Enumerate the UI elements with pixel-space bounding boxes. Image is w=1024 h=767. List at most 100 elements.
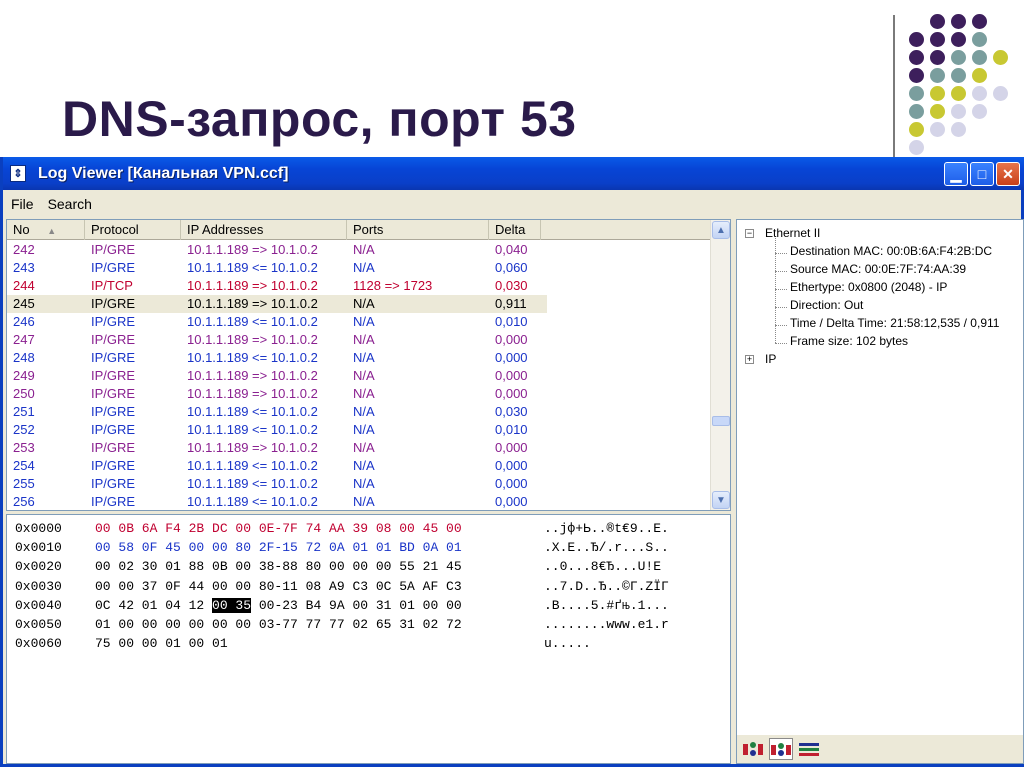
tree-node-field[interactable]: Time / Delta Time: 21:58:12,535 / 0,911 <box>790 316 999 330</box>
expand-icon[interactable]: + <box>745 355 754 364</box>
app-arrows-icon[interactable]: ⇕ <box>10 165 26 182</box>
hex-bytes-segment: 00 58 0F 45 00 00 80 2F-15 72 0A 01 01 B… <box>95 540 462 556</box>
cell-protocol: IP/GRE <box>91 242 136 257</box>
maximize-button[interactable]: □ <box>970 162 994 186</box>
scroll-thumb[interactable] <box>712 416 730 426</box>
tree-node-field[interactable]: Ethertype: 0x0800 (2048) - IP <box>790 280 947 294</box>
hex-dump-pane[interactable]: 0x0000 00 0B 6A F4 2B DC 00 0E-7F 74 AA 3… <box>6 514 731 764</box>
tree-connector <box>775 307 787 308</box>
column-header-no[interactable]: No ▲ <box>7 220 85 240</box>
packet-list-pane: No ▲ Protocol IP Addresses Ports Delta 2… <box>6 219 731 511</box>
table-row[interactable]: 253 IP/GRE 10.1.1.189 => 10.1.0.2 N/A 0,000 <box>7 439 547 457</box>
log-viewer-window: ⇕ Log Viewer [Канальная VPN.ccf] ▁ □ ✕ F… <box>0 157 1024 767</box>
cell-protocol: IP/GRE <box>91 350 136 365</box>
column-header-ports[interactable]: Ports <box>347 220 489 240</box>
tree-connector <box>775 325 787 326</box>
window-titlebar[interactable]: ⇕ Log Viewer [Канальная VPN.ccf] ▁ □ ✕ <box>3 157 1024 190</box>
scroll-up-button[interactable]: ▲ <box>712 221 730 239</box>
column-header-protocol[interactable]: Protocol <box>85 220 181 240</box>
cell-ip: 10.1.1.189 => 10.1.0.2 <box>187 332 318 347</box>
table-row[interactable]: 245 IP/GRE 10.1.1.189 => 10.1.0.2 N/A 0,911 <box>7 295 547 313</box>
table-row[interactable]: 249 IP/GRE 10.1.1.189 => 10.1.0.2 N/A 0,000 <box>7 367 547 385</box>
hex-bytes: 00 02 30 01 88 0B 00 38-88 80 00 00 00 5… <box>95 559 544 578</box>
cell-no: 253 <box>13 440 35 455</box>
hex-row[interactable]: 0x0030 00 00 37 0F 44 00 00 80-11 08 A9 C… <box>15 579 669 598</box>
cell-delta: 0,010 <box>495 422 528 437</box>
cell-protocol: IP/GRE <box>91 296 136 311</box>
menu-file[interactable]: File <box>3 196 40 212</box>
decor-dot <box>951 50 966 65</box>
column-header-ip-addresses[interactable]: IP Addresses <box>181 220 347 240</box>
table-row[interactable]: 251 IP/GRE 10.1.1.189 <= 10.1.0.2 N/A 0,030 <box>7 403 547 421</box>
packet-list-scrollbar[interactable]: ▲ ▼ <box>710 220 730 510</box>
hex-row[interactable]: 0x0000 00 0B 6A F4 2B DC 00 0E-7F 74 AA 3… <box>15 521 669 540</box>
view-list-button[interactable] <box>797 738 821 760</box>
tree-node-group[interactable]: Ethernet II <box>765 226 820 240</box>
tree-node-field[interactable]: Destination MAC: 00:0B:6A:F4:2B:DC <box>790 244 992 258</box>
cell-no: 248 <box>13 350 35 365</box>
decor-dot <box>909 32 924 47</box>
cell-ip: 10.1.1.189 => 10.1.0.2 <box>187 242 318 257</box>
cell-protocol: IP/GRE <box>91 260 136 275</box>
collapse-icon[interactable]: − <box>745 229 754 238</box>
hex-bytes-segment: 00-23 B4 9A 00 31 01 00 00 <box>251 597 462 613</box>
table-row[interactable]: 256 IP/GRE 10.1.1.189 <= 10.1.0.2 N/A 0,000 <box>7 493 547 509</box>
cell-no: 247 <box>13 332 35 347</box>
table-row[interactable]: 243 IP/GRE 10.1.1.189 <= 10.1.0.2 N/A 0,060 <box>7 259 547 277</box>
table-row[interactable]: 242 IP/GRE 10.1.1.189 => 10.1.0.2 N/A 0,040 <box>7 241 547 259</box>
decor-dot <box>909 50 924 65</box>
decor-dot <box>930 14 945 29</box>
view-mode-2-button[interactable] <box>769 738 793 760</box>
view-mode-1-button[interactable] <box>741 738 765 760</box>
minimize-icon: ▁ <box>950 165 962 182</box>
table-row[interactable]: 248 IP/GRE 10.1.1.189 <= 10.1.0.2 N/A 0,000 <box>7 349 547 367</box>
decor-dot <box>972 14 987 29</box>
table-row[interactable]: 254 IP/GRE 10.1.1.189 <= 10.1.0.2 N/A 0,000 <box>7 457 547 475</box>
cell-ports: N/A <box>353 476 375 491</box>
cell-no: 243 <box>13 260 35 275</box>
window-controls: ▁ □ ✕ <box>944 162 1020 186</box>
hex-row[interactable]: 0x0020 00 02 30 01 88 0B 00 38-88 80 00 0… <box>15 559 661 578</box>
tree-node-field[interactable]: Frame size: 102 bytes <box>790 334 908 348</box>
cell-ports: N/A <box>353 242 375 257</box>
cell-delta: 0,000 <box>495 350 528 365</box>
cell-ports: N/A <box>353 458 375 473</box>
tree-node-field[interactable]: Direction: Out <box>790 298 863 312</box>
table-row[interactable]: 250 IP/GRE 10.1.1.189 => 10.1.0.2 N/A 0,000 <box>7 385 547 403</box>
hex-row[interactable]: 0x0010 00 58 0F 45 00 00 80 2F-15 72 0A 0… <box>15 540 669 559</box>
hex-row[interactable]: 0x0050 01 00 00 00 00 00 00 03-77 77 77 0… <box>15 617 669 636</box>
decor-dot <box>993 50 1008 65</box>
decor-dot <box>930 104 945 119</box>
tree-node-group[interactable]: IP <box>765 352 776 366</box>
tree-connector <box>775 271 787 272</box>
arrow-down-icon: ▼ <box>716 494 726 506</box>
close-button[interactable]: ✕ <box>996 162 1020 186</box>
cell-protocol: IP/GRE <box>91 440 136 455</box>
hex-row[interactable]: 0x0040 0C 42 01 04 12 00 35 00-23 B4 9A 0… <box>15 597 669 617</box>
cell-ip: 10.1.1.189 <= 10.1.0.2 <box>187 422 318 437</box>
menu-bar: File Search <box>3 193 98 215</box>
hex-ascii: ........www.e1.r <box>544 617 669 632</box>
table-row[interactable]: 252 IP/GRE 10.1.1.189 <= 10.1.0.2 N/A 0,010 <box>7 421 547 439</box>
tree-node-field[interactable]: Source MAC: 00:0E:7F:74:AA:39 <box>790 262 966 276</box>
view-mode-1-icon <box>743 742 763 756</box>
scroll-down-button[interactable]: ▼ <box>712 491 730 509</box>
hex-ascii: u..... <box>544 636 591 652</box>
cell-ports: N/A <box>353 440 375 455</box>
table-row[interactable]: 246 IP/GRE 10.1.1.189 <= 10.1.0.2 N/A 0,010 <box>7 313 547 331</box>
hex-row[interactable]: 0x0060 75 00 00 01 00 01 u..... <box>15 636 591 655</box>
cell-no: 254 <box>13 458 35 473</box>
hex-bytes: 00 00 37 0F 44 00 00 80-11 08 A9 C3 0C 5… <box>95 579 544 598</box>
menu-search[interactable]: Search <box>40 196 98 212</box>
cell-ports: N/A <box>353 404 375 419</box>
decor-dot <box>909 104 924 119</box>
minimize-button[interactable]: ▁ <box>944 162 968 186</box>
table-row[interactable]: 255 IP/GRE 10.1.1.189 <= 10.1.0.2 N/A 0,000 <box>7 475 547 493</box>
table-row[interactable]: 247 IP/GRE 10.1.1.189 => 10.1.0.2 N/A 0,000 <box>7 331 547 349</box>
column-header-delta[interactable]: Delta <box>489 220 541 240</box>
hex-bytes-segment: 00 00 37 0F 44 00 00 80-11 08 A9 C3 0C 5… <box>95 578 462 594</box>
table-row[interactable]: 244 IP/TCP 10.1.1.189 => 10.1.0.2 1128 => 1… <box>7 277 547 295</box>
decor-dot <box>951 86 966 101</box>
hex-bytes-segment: 75 00 00 01 00 01 <box>95 636 228 652</box>
cell-ports: N/A <box>353 494 375 509</box>
